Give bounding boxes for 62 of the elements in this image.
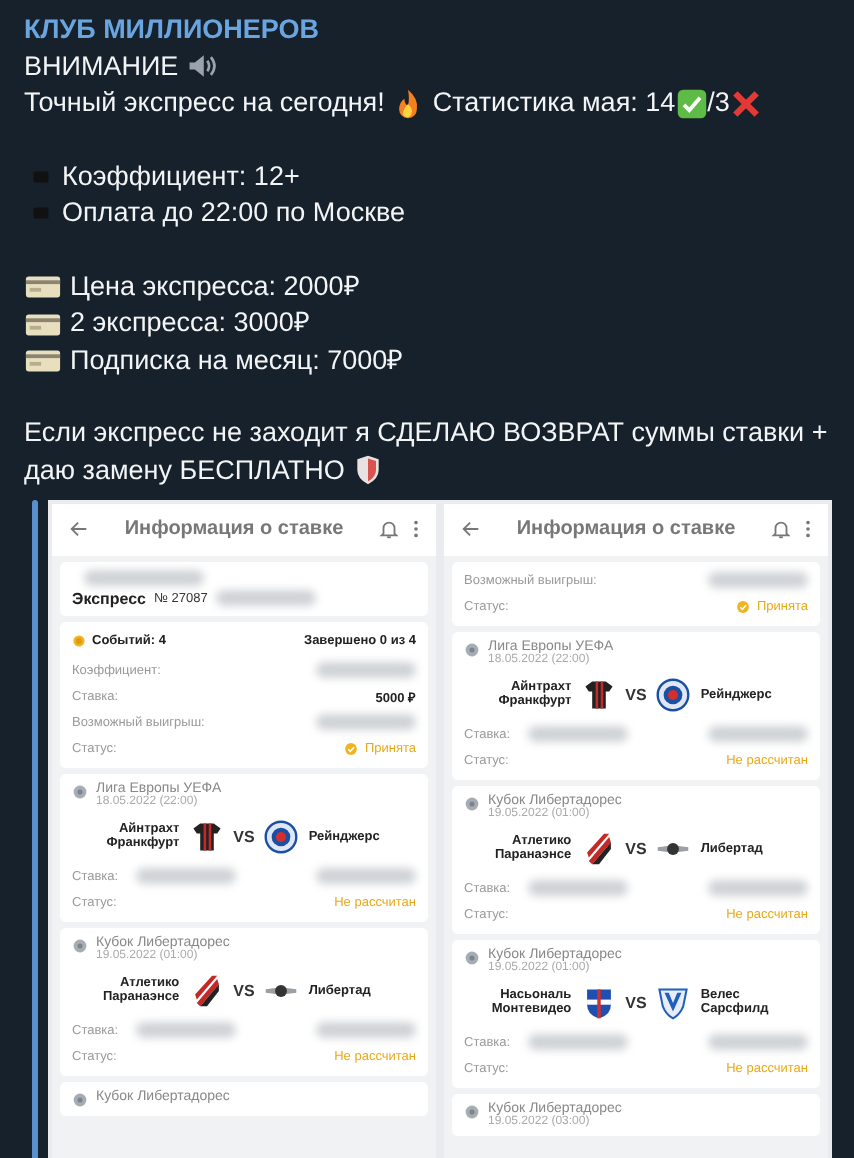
coin-icon	[72, 633, 86, 648]
ball-icon	[72, 1091, 88, 1108]
ball-icon	[464, 1103, 480, 1120]
redaction-blur	[528, 1034, 629, 1051]
redaction-blur	[708, 880, 808, 897]
redaction-blur	[84, 569, 204, 586]
versus-label: VS	[625, 839, 647, 858]
back-arrow-icon[interactable]	[68, 518, 90, 541]
message-text: Точный экспресс на сегодня!	[24, 87, 385, 118]
card-icon	[24, 272, 62, 301]
shirt-icon	[189, 819, 224, 854]
channel-name[interactable]: КЛУБ МИЛЛИОНЕРОВ	[24, 12, 830, 48]
message-text: /3	[707, 87, 730, 118]
back-arrow-icon[interactable]	[460, 518, 482, 541]
message-text: Цена экспресса: 2000₽	[70, 270, 360, 301]
ball-icon	[464, 641, 480, 658]
card-icon	[24, 309, 62, 338]
message-text: ВНИМАНИЕ	[24, 50, 179, 81]
redaction-blur	[528, 726, 629, 743]
ball-icon	[72, 783, 88, 800]
versus-label: VS	[625, 685, 647, 704]
round-crest-icon	[656, 677, 691, 712]
redaction-blur	[316, 1022, 416, 1039]
versus-label: VS	[625, 993, 647, 1012]
versus-label: VS	[233, 827, 255, 846]
cross-icon	[729, 87, 762, 120]
ball-icon	[464, 795, 480, 812]
versus-label: VS	[233, 981, 255, 1000]
ball-icon	[464, 949, 480, 966]
v-crest-icon	[656, 985, 691, 1020]
check-circle-icon	[344, 741, 359, 756]
redaction-blur	[136, 868, 237, 885]
bell-icon[interactable]	[378, 518, 400, 541]
ball-icon	[72, 937, 88, 954]
screen-title: Информация о ставке	[122, 518, 346, 541]
redaction-blur	[136, 1022, 237, 1039]
message-text: Коэффициент: 12+	[62, 160, 300, 191]
message-text: 2 экспресса: 3000₽	[70, 307, 310, 338]
redaction-blur	[316, 868, 416, 885]
message-text: даю замену БЕСПЛАТНО	[24, 453, 345, 484]
striped-crest-icon	[189, 973, 224, 1008]
more-icon[interactable]	[412, 518, 420, 541]
bell-icon[interactable]	[770, 518, 792, 541]
striped-crest-icon	[581, 831, 616, 866]
screen-title: Информация о ставке	[514, 518, 738, 541]
redaction-blur	[708, 1034, 808, 1051]
shield-icon	[352, 453, 385, 486]
card-icon	[24, 346, 62, 375]
shield-crest-icon	[581, 985, 616, 1020]
shirt-icon	[581, 677, 616, 712]
round-crest-icon	[264, 819, 299, 854]
bet-title: Экспресс	[72, 589, 146, 608]
redaction-blur	[215, 590, 316, 607]
check-icon	[675, 87, 708, 120]
message-text: Статистика мая: 14	[432, 87, 676, 118]
more-icon[interactable]	[804, 518, 812, 541]
message-text: Подписка на месяц: 7000₽	[70, 344, 404, 375]
message-text: Если экспресс не заходит я СДЕЛАЮ ВОЗВРАТ суммы ставки +	[24, 417, 828, 447]
redaction-blur	[708, 726, 808, 743]
check-circle-icon	[736, 599, 751, 614]
message-text: Оплата до 22:00 по Москве	[62, 197, 406, 228]
redaction-blur	[528, 880, 629, 897]
